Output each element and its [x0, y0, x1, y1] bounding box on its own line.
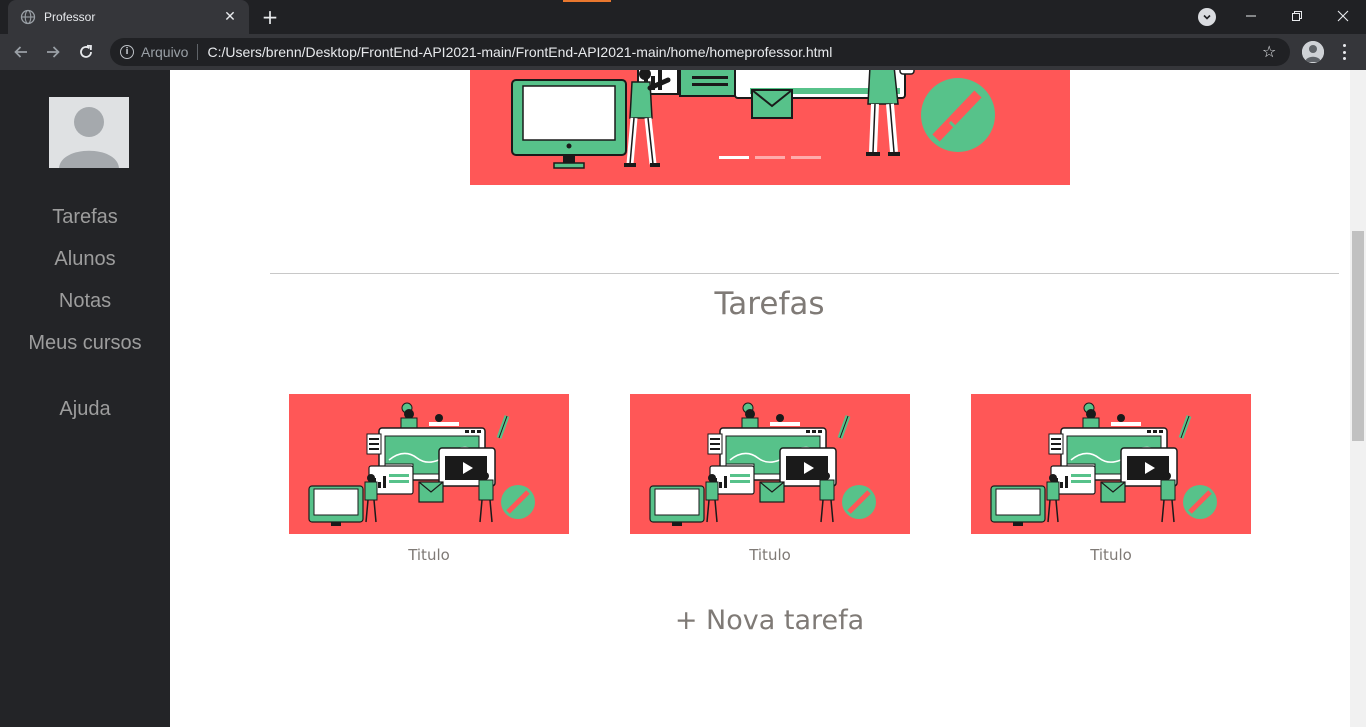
forward-arrow-icon[interactable] [40, 39, 66, 65]
task-card-image [289, 394, 569, 534]
new-tab-button[interactable]: + [258, 5, 282, 29]
browser-toolbar: i Arquivo C:/Users/brenn/Desktop/FrontEn… [0, 34, 1366, 70]
tab-title: Professor [44, 10, 96, 24]
carousel-indicator-3[interactable] [791, 156, 821, 159]
task-card[interactable]: Titulo [630, 394, 910, 564]
bookmark-star-icon[interactable]: ☆ [1262, 42, 1276, 61]
page-scrollbar[interactable] [1350, 70, 1366, 727]
sidebar-item-alunos[interactable]: Alunos [0, 248, 170, 271]
sidebar: Tarefas Alunos Notas Meus cursos Ajuda [0, 70, 170, 727]
scrollbar-thumb[interactable] [1352, 231, 1364, 441]
window-close-icon[interactable] [1320, 0, 1366, 32]
minimize-icon[interactable] [1228, 0, 1274, 32]
back-arrow-icon[interactable] [8, 39, 34, 65]
carousel-indicator-2[interactable] [755, 156, 785, 159]
tab-search-icon[interactable] [1198, 8, 1216, 26]
task-card-title: Titulo [408, 546, 450, 564]
sidebar-item-meus-cursos[interactable]: Meus cursos [0, 332, 170, 355]
hero-illustration [470, 70, 1070, 185]
main-content: Tarefas Titulo Titulo Titulo + Nova tare… [170, 70, 1350, 727]
restore-icon[interactable] [1274, 0, 1320, 32]
profile-avatar-icon[interactable] [1302, 41, 1324, 63]
sidebar-item-ajuda[interactable]: Ajuda [0, 398, 170, 421]
browser-tab[interactable]: Professor ✕ [8, 0, 249, 34]
site-info-icon[interactable]: i [120, 45, 134, 59]
task-card-image [971, 394, 1251, 534]
address-url[interactable]: C:/Users/brenn/Desktop/FrontEnd-API2021-… [207, 44, 832, 60]
tab-close-icon[interactable]: ✕ [221, 8, 239, 26]
browser-menu-icon[interactable] [1336, 42, 1352, 62]
browser-tab-strip: Professor ✕ + [0, 0, 1366, 34]
reload-icon[interactable] [73, 39, 99, 65]
task-card-title: Titulo [749, 546, 791, 564]
carousel-indicator-1[interactable] [719, 156, 749, 159]
globe-icon [20, 9, 36, 25]
task-card[interactable]: Titulo [289, 394, 569, 564]
tab-strip-accent [563, 0, 611, 2]
user-avatar-icon [49, 97, 129, 168]
task-card[interactable]: Titulo [971, 394, 1251, 564]
address-bar[interactable]: i Arquivo C:/Users/brenn/Desktop/FrontEn… [110, 38, 1290, 66]
new-task-button[interactable]: + Nova tarefa [170, 605, 1350, 636]
hero-carousel[interactable] [470, 70, 1070, 185]
task-card-title: Titulo [1090, 546, 1132, 564]
address-scheme: Arquivo [141, 44, 189, 60]
sidebar-item-notas[interactable]: Notas [0, 290, 170, 313]
address-separator [197, 44, 199, 60]
sidebar-item-tarefas[interactable]: Tarefas [0, 206, 170, 229]
section-title-tarefas: Tarefas [714, 286, 825, 322]
task-card-image [630, 394, 910, 534]
section-divider [270, 273, 1339, 274]
